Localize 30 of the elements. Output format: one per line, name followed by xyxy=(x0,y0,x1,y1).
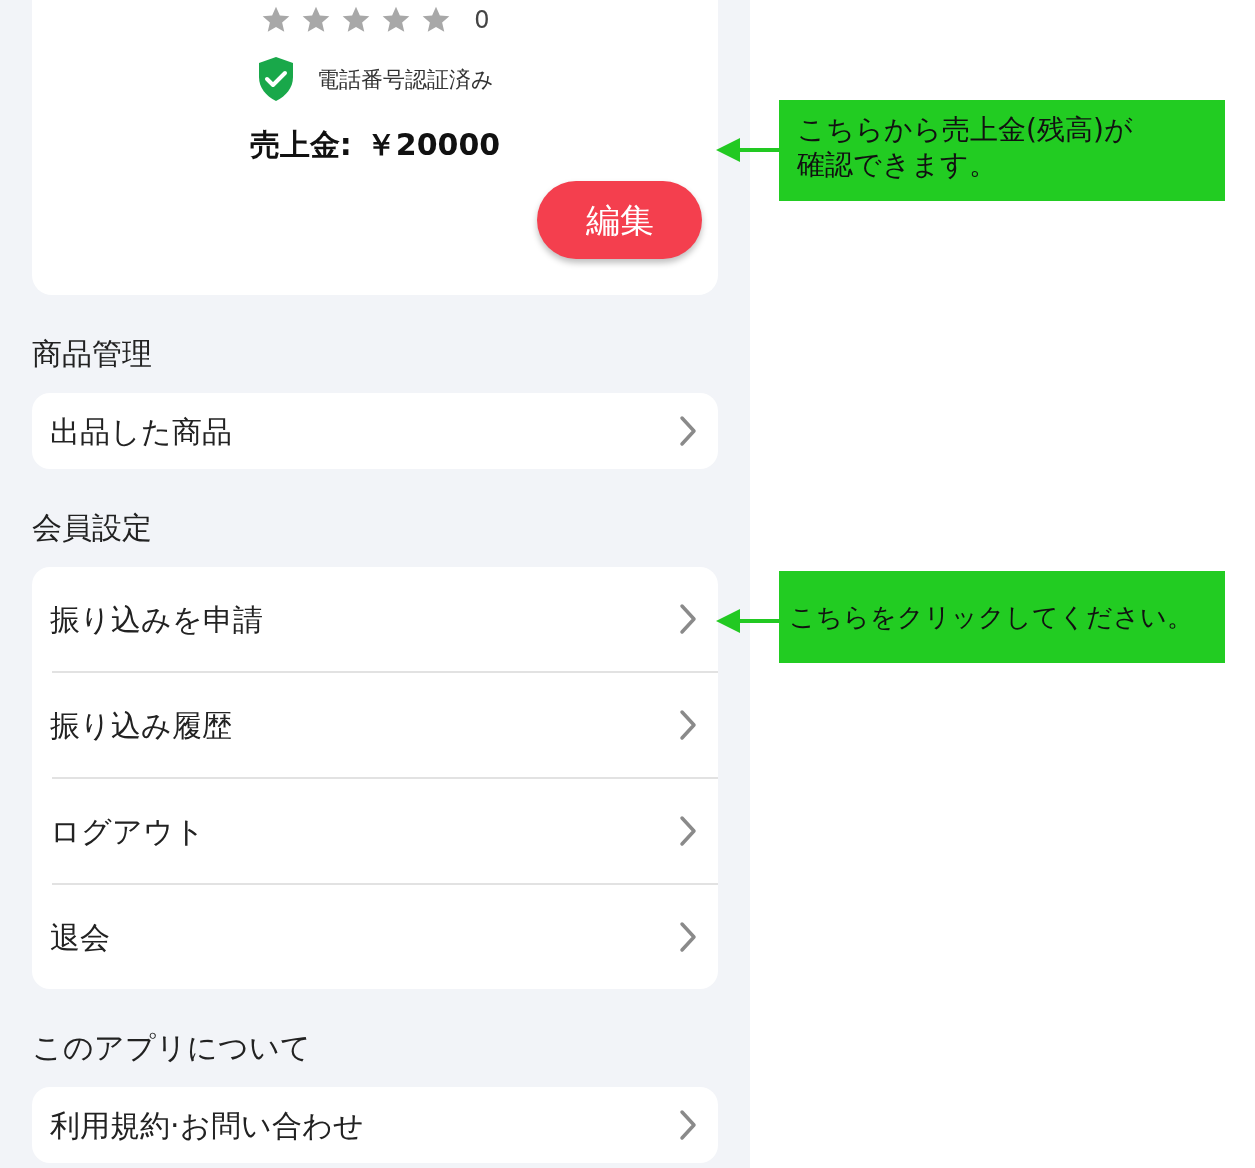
chevron-right-icon xyxy=(678,709,698,741)
balance-value: ￥20000 xyxy=(365,126,501,164)
menu-item-label: ログアウト xyxy=(50,812,205,851)
menu-item-label: 出品した商品 xyxy=(50,412,232,451)
menu-item-label: 利用規約·お問い合わせ xyxy=(50,1106,364,1145)
balance-label: 売上金: xyxy=(249,126,352,164)
section-title: 商品管理 xyxy=(32,339,153,369)
chevron-right-icon xyxy=(678,603,698,635)
menu-item[interactable]: 出品した商品 xyxy=(32,393,718,469)
rating-count: 0 xyxy=(474,5,490,36)
edit-button[interactable]: 編集 xyxy=(537,181,702,259)
verification-text: 電話番号認証済み xyxy=(316,65,494,94)
annotation-text: こちらから売上金(残高)が xyxy=(797,112,1134,147)
annotation-text: こちらをクリックしてください。 xyxy=(789,600,1194,634)
menu-item[interactable]: 利用規約·お問い合わせ xyxy=(32,1087,718,1163)
menu-item[interactable]: 振り込みを申請 xyxy=(32,567,718,671)
chevron-right-icon xyxy=(678,921,698,953)
chevron-right-icon xyxy=(678,415,698,447)
menu-item-label: 振り込みを申請 xyxy=(50,600,263,639)
menu-item[interactable]: 退会 xyxy=(32,885,718,989)
annotation-text: 確認できます。 xyxy=(797,147,998,182)
section-title: このアプリについて xyxy=(32,1033,312,1063)
chevron-right-icon xyxy=(678,815,698,847)
menu-item-label: 振り込み履歴 xyxy=(50,706,232,745)
chevron-right-icon xyxy=(678,1109,698,1141)
menu-item-label: 退会 xyxy=(50,918,110,957)
shield-check-icon xyxy=(256,56,295,102)
section-title: 会員設定 xyxy=(32,513,153,543)
menu-item[interactable]: 振り込み履歴 xyxy=(32,673,718,777)
menu-item[interactable]: ログアウト xyxy=(32,779,718,883)
